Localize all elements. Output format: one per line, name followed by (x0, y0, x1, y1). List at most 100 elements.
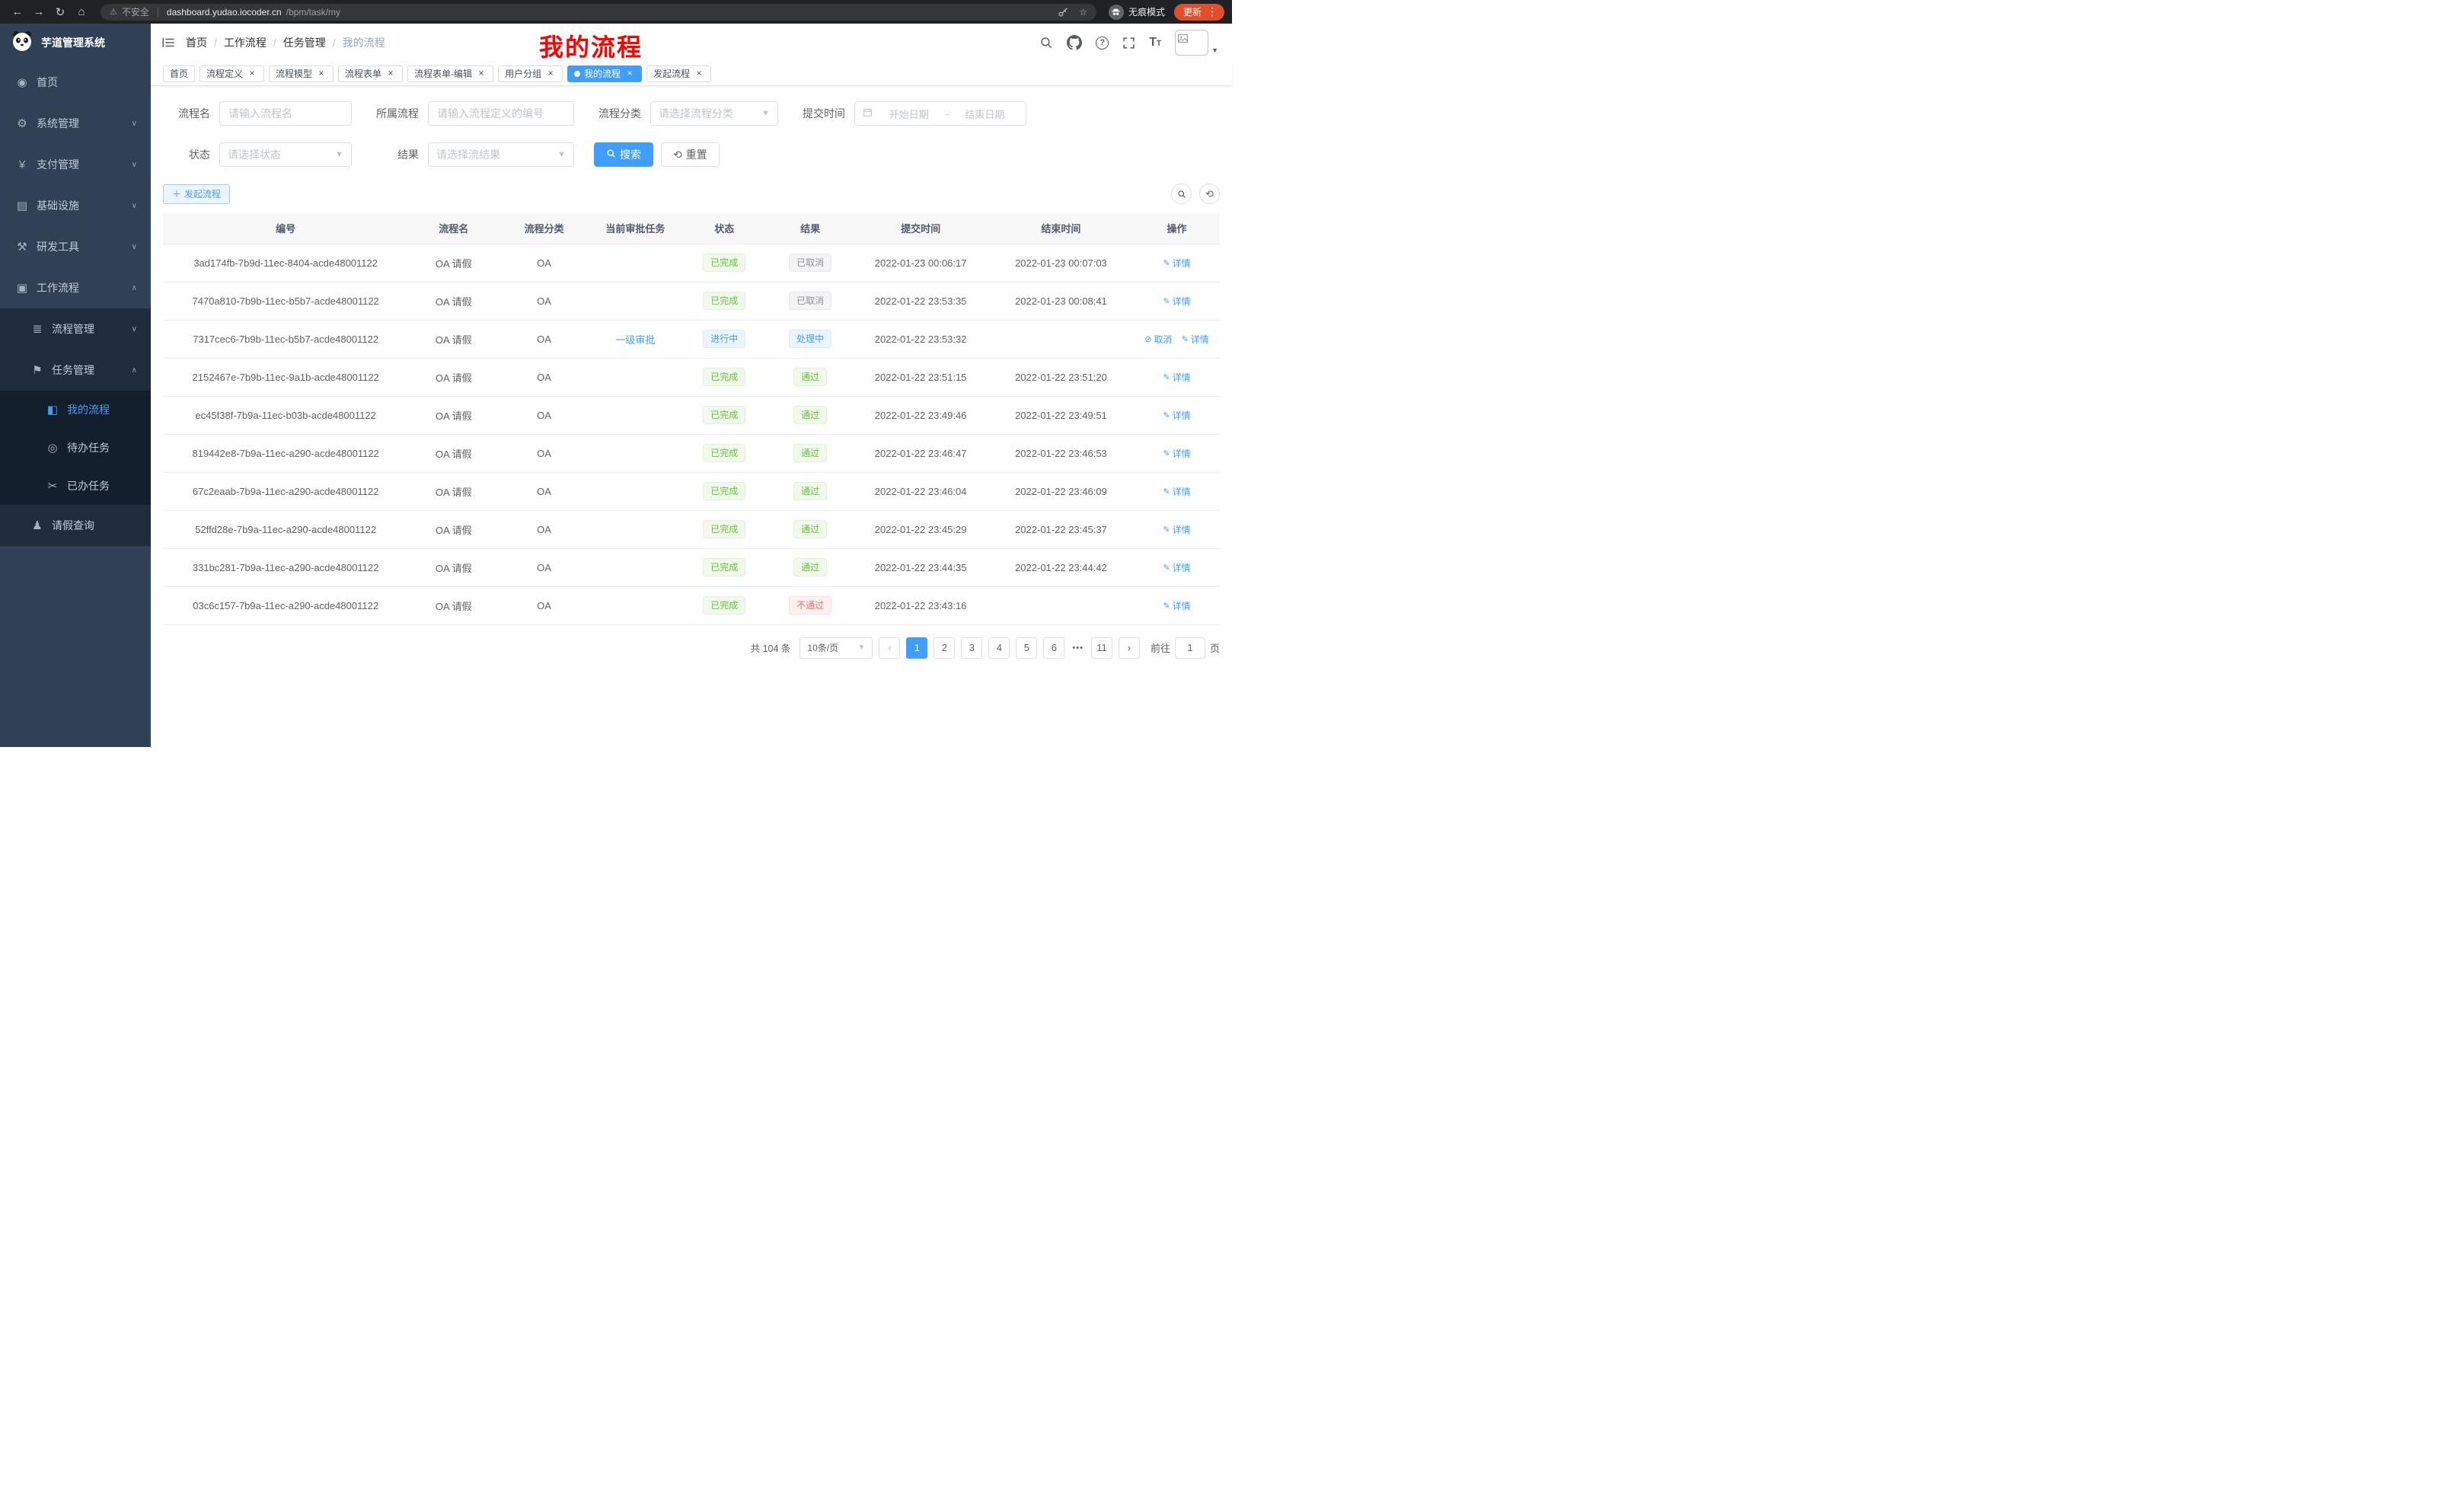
browser-home-icon[interactable]: ⌂ (72, 3, 91, 21)
cancel-icon: ⊘ (1144, 334, 1151, 344)
sidebar-item-leave-query[interactable]: ♟请假查询 (0, 505, 151, 546)
page-button-2[interactable]: 2 (934, 637, 955, 659)
detail-link[interactable]: ✎详情 (1163, 485, 1190, 498)
sidebar-item-devtools[interactable]: ⚒研发工具∨ (0, 226, 151, 267)
sidebar-item-my-process[interactable]: ◧我的流程 (0, 391, 151, 429)
close-tab-icon[interactable]: × (624, 69, 635, 79)
edit-icon: ✎ (1163, 258, 1170, 268)
cell-current-task (589, 434, 681, 472)
close-tab-icon[interactable]: × (694, 69, 704, 79)
pagination-ellipsis[interactable]: ••• (1071, 643, 1085, 653)
sidebar-item-system[interactable]: ⚙系统管理∨ (0, 103, 151, 144)
password-key-icon[interactable] (1058, 7, 1068, 18)
sidebar-item-task-management[interactable]: ⚑任务管理∧ (0, 350, 151, 391)
submit-time-range-picker[interactable]: 开始日期 - 结束日期 (854, 101, 1026, 126)
sidebar-item-process-management[interactable]: ≣流程管理∨ (0, 308, 151, 350)
sidebar-item-payment[interactable]: ¥支付管理∨ (0, 144, 151, 185)
fullscreen-icon[interactable] (1122, 37, 1135, 49)
view-tab[interactable]: 用户分组× (498, 65, 563, 82)
page-button-11[interactable]: 11 (1091, 637, 1112, 659)
font-size-icon[interactable]: TT (1149, 36, 1161, 49)
detail-link[interactable]: ✎详情 (1163, 599, 1190, 612)
breadcrumb-item[interactable]: 工作流程 (224, 35, 267, 50)
sidebar-item-home[interactable]: ◉首页 (0, 62, 151, 103)
detail-link[interactable]: ✎详情 (1163, 561, 1190, 574)
bookmark-star-icon[interactable]: ☆ (1079, 7, 1087, 18)
cancel-link[interactable]: ⊘取消 (1144, 333, 1172, 346)
detail-link[interactable]: ✎详情 (1163, 257, 1190, 270)
breadcrumb-item[interactable]: 任务管理 (283, 35, 326, 50)
view-tab[interactable]: 发起流程× (646, 65, 711, 82)
chevron-down-icon: ▼ (335, 150, 343, 159)
status-select[interactable]: 请选择状态 ▼ (219, 142, 352, 167)
browser-menu-icon[interactable]: ⋮ (1203, 5, 1221, 18)
edit-icon: ✎ (1163, 563, 1170, 573)
close-tab-icon[interactable]: × (476, 69, 487, 79)
detail-link[interactable]: ✎详情 (1163, 295, 1190, 308)
view-tab[interactable]: 首页 (163, 65, 195, 82)
prev-page-button[interactable]: ‹ (879, 637, 900, 659)
page-button-5[interactable]: 5 (1016, 637, 1037, 659)
next-page-button[interactable]: › (1119, 637, 1140, 659)
view-tab[interactable]: 流程模型× (269, 65, 334, 82)
sidebar-item-todo-tasks[interactable]: ◎待办任务 (0, 429, 151, 467)
close-tab-icon[interactable]: × (316, 69, 327, 79)
page-button-3[interactable]: 3 (961, 637, 982, 659)
search-button[interactable]: 搜索 (594, 142, 653, 167)
toggle-search-button[interactable] (1171, 184, 1192, 204)
view-tab[interactable]: 流程表单× (338, 65, 403, 82)
avatar-caret-icon: ▼ (1211, 46, 1218, 56)
close-tab-icon[interactable]: × (545, 69, 556, 79)
end-date-placeholder[interactable]: 结束日期 (952, 107, 1018, 121)
breadcrumb-item[interactable]: 首页 (186, 35, 207, 50)
detail-link[interactable]: ✎详情 (1163, 523, 1190, 536)
start-process-button[interactable]: ＋ 发起流程 (163, 184, 230, 204)
update-button[interactable]: 更新 ⋮ (1174, 4, 1224, 21)
table-row: 67c2eaab-7b9a-11ec-a290-acde48001122OA 请… (163, 472, 1220, 510)
reset-button[interactable]: ⟲ 重置 (661, 142, 720, 167)
detail-link[interactable]: ✎详情 (1163, 371, 1190, 384)
sidebar-toggle-icon[interactable] (161, 36, 175, 49)
reload-icon[interactable]: ↻ (50, 3, 70, 21)
sidebar-item-infra[interactable]: ▤基础设施∨ (0, 185, 151, 226)
page-button-4[interactable]: 4 (988, 637, 1010, 659)
view-tab[interactable]: 我的流程× (567, 65, 642, 82)
user-avatar[interactable]: ▼ (1175, 30, 1218, 56)
process-category-select[interactable]: 请选择流程分类 ▼ (650, 101, 778, 126)
goto-page-input[interactable] (1175, 637, 1205, 659)
cell-id: 2152467e-7b9b-11ec-9a1b-acde48001122 (163, 358, 408, 396)
edit-icon: ✎ (1163, 410, 1170, 420)
cell-process-name: OA 请假 (408, 244, 499, 282)
page-button-1[interactable]: 1 (906, 637, 927, 659)
detail-link[interactable]: ✎详情 (1163, 447, 1190, 460)
table-row: 03c6c157-7b9a-11ec-a290-acde48001122OA 请… (163, 586, 1220, 624)
refresh-table-button[interactable]: ⟲ (1199, 184, 1220, 204)
address-bar[interactable]: ⚠ 不安全 dashboard.yudao.iocoder.cn/bpm/tas… (101, 4, 1096, 21)
detail-link[interactable]: ✎详情 (1182, 333, 1209, 346)
cell-actions: ✎详情 (1134, 396, 1220, 434)
task-link[interactable]: 一级审批 (615, 334, 655, 346)
view-tab[interactable]: 流程定义× (199, 65, 264, 82)
page-button-6[interactable]: 6 (1043, 637, 1064, 659)
app-logo[interactable]: 芋道管理系统 (0, 24, 151, 62)
forward-icon[interactable]: → (29, 3, 49, 21)
detail-link[interactable]: ✎详情 (1163, 409, 1190, 422)
view-tab[interactable]: 流程表单-编辑× (407, 65, 493, 82)
back-icon[interactable]: ← (8, 3, 27, 21)
result-select[interactable]: 请选择流结果 ▼ (428, 142, 574, 167)
column-header: 操作 (1134, 213, 1220, 244)
view-tab-label: 首页 (170, 67, 188, 80)
help-icon[interactable]: ? (1096, 37, 1109, 49)
action-label: 详情 (1173, 409, 1191, 422)
page-size-select[interactable]: 10条/页 ▼ (800, 637, 873, 659)
incognito-badge[interactable]: 无痕模式 (1109, 5, 1165, 20)
process-name-input[interactable] (219, 101, 352, 126)
sidebar-item-done-tasks[interactable]: ✂已办任务 (0, 467, 151, 505)
sidebar-item-workflow[interactable]: ▣工作流程∧ (0, 267, 151, 308)
start-date-placeholder[interactable]: 开始日期 (876, 107, 942, 121)
search-icon[interactable] (1039, 36, 1053, 49)
close-tab-icon[interactable]: × (247, 69, 257, 79)
close-tab-icon[interactable]: × (385, 69, 396, 79)
process-definition-input[interactable] (428, 101, 574, 126)
github-icon[interactable] (1067, 35, 1082, 50)
